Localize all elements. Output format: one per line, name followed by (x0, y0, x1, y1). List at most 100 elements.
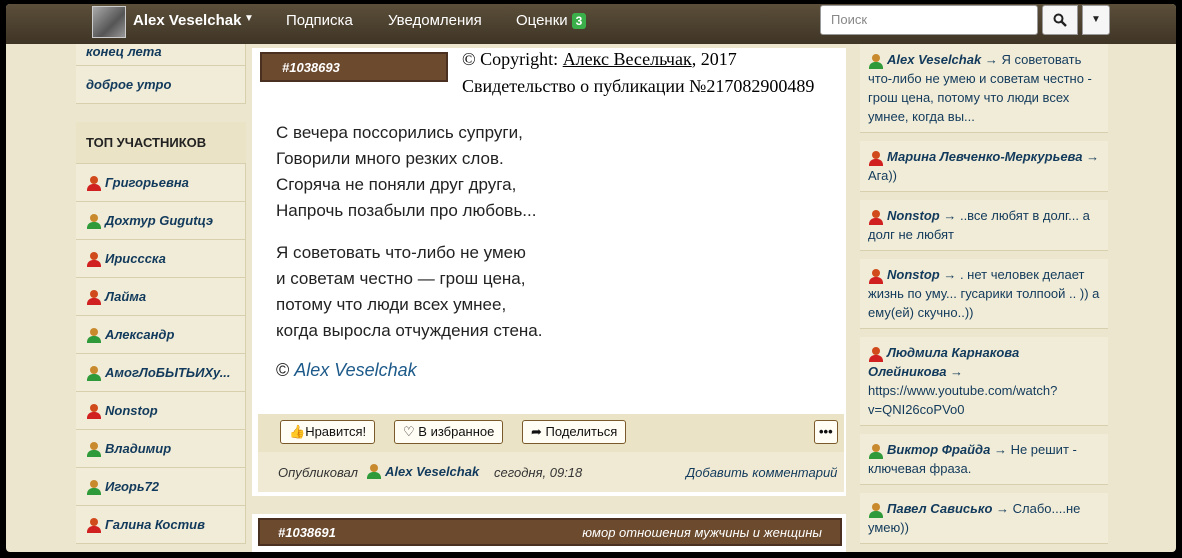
member-name: Григорьевна (105, 175, 189, 190)
arrow-right-icon: → (1082, 149, 1100, 164)
post-id[interactable]: #1038691 (278, 525, 336, 540)
top-member-item[interactable]: Nonstop (76, 392, 246, 430)
poem-line: Я советовать что-либо не умею (276, 243, 526, 262)
published-label: Опубликовал (278, 465, 358, 480)
search-dropdown-button[interactable]: ▼ (1082, 5, 1110, 35)
poem-line: Напрочь позабыли про любовь... (276, 201, 537, 220)
top-member-item[interactable]: Лайма (76, 278, 246, 316)
share-label: Поделиться (545, 424, 618, 439)
comment-author[interactable]: Nonstop (887, 208, 940, 223)
user-icon (868, 443, 884, 459)
arrow-right-icon: → (981, 52, 1002, 67)
comment-author[interactable]: Nonstop (887, 267, 940, 282)
more-options-button[interactable]: ••• (814, 420, 838, 444)
thumbs-up-icon: 👍 (289, 424, 306, 439)
comment-item[interactable]: Nonstop → ..все любят в долг... а долг н… (860, 200, 1108, 251)
top-member-item[interactable]: Игорь72 (76, 468, 246, 506)
ratings-badge: 3 (571, 13, 587, 29)
member-name: Александр (105, 327, 175, 342)
user-icon (86, 479, 102, 495)
top-member-item[interactable]: Ирисcска (76, 240, 246, 278)
share-button[interactable]: ➦ Поделиться (522, 420, 627, 444)
user-icon (868, 150, 884, 166)
user-icon (868, 209, 884, 225)
post-card: #1038693 © Copyright: Алекс Весельчак, 2… (252, 48, 846, 496)
poem: С вечера поссорились супруги, Говорили м… (276, 120, 542, 360)
comment-author[interactable]: Alex Veselchak (887, 52, 981, 67)
top-member-item[interactable]: АмогЛоБЫТЬИХу... (76, 354, 246, 392)
recent-comments: Alex Veselchak → Я советовать что-либо н… (860, 44, 1108, 552)
user-icon (86, 213, 102, 229)
like-label: Нравится! (305, 424, 367, 439)
caret-down-icon[interactable]: ▼ (244, 13, 254, 24)
member-name: Ирисcска (105, 251, 166, 266)
comment-item[interactable]: Alex Veselchak → Я советовать что-либо н… (860, 44, 1108, 133)
comment-author[interactable]: Марина Левченко-Меркурьева (887, 149, 1082, 164)
arrow-right-icon: → (946, 364, 964, 379)
favorite-label: В избранное (418, 424, 495, 439)
nav-subscriptions[interactable]: Подписка (286, 12, 353, 29)
comment-author[interactable]: Людмила Карнакова Олейникова (868, 345, 1019, 379)
nav-notifications[interactable]: Уведомления (388, 12, 482, 29)
tag-link[interactable]: конец лета (76, 44, 246, 66)
search-input[interactable]: Поиск (820, 5, 1038, 35)
comment-author[interactable]: Виктор Фрайда (887, 442, 990, 457)
user-icon (868, 268, 884, 284)
share-icon: ➦ (531, 424, 542, 439)
signature-name: Alex Veselchak (294, 360, 417, 380)
post-tags[interactable]: юмор отношения мужчины и женщины (582, 525, 822, 540)
user-icon (86, 517, 102, 533)
poem-line: потому что люди всех умнее, (276, 295, 507, 314)
member-name: Галина Костив (105, 517, 205, 532)
post-card: #1038691 юмор отношения мужчины и женщин… (252, 514, 846, 552)
signature-mark: © (276, 360, 290, 380)
stanza-1: С вечера поссорились супруги, Говорили м… (276, 120, 542, 224)
copyright-author-link[interactable]: Алекс Весельчак (563, 49, 692, 69)
user-icon (868, 502, 884, 518)
author-link[interactable]: Alex Veselchak (366, 463, 479, 479)
user-icon (86, 175, 102, 191)
certificate: Свидетельство о публикации №217082900489 (462, 76, 815, 96)
top-member-item[interactable]: Галина Костив (76, 506, 246, 544)
user-menu[interactable]: Alex Veselchak (133, 12, 241, 29)
search-button[interactable] (1042, 5, 1078, 35)
comment-item[interactable]: Павел Сависько → Слабо....не умею)) (860, 493, 1108, 544)
favorite-button[interactable]: ♡ В избранное (394, 420, 504, 444)
post-actions: 👍Нравится! ♡ В избранное ➦ Поделиться ••… (258, 414, 844, 452)
top-member-item[interactable]: Дохтур Gugutцэ (76, 202, 246, 240)
caret-down-icon: ▼ (1091, 14, 1101, 25)
nav-ratings[interactable]: Оценки 3 (516, 12, 587, 29)
post-id[interactable]: #1038693 (260, 52, 448, 82)
tag-link[interactable]: доброе утро (76, 66, 246, 104)
poem-line: Говорили много резких слов. (276, 149, 504, 168)
post-meta: Опубликовал Alex Veselchak сегодня, 09:1… (258, 452, 844, 492)
comment-item[interactable]: Людмила Карнакова Олейникова → https://w… (860, 337, 1108, 426)
comment-item[interactable]: Виктор Фрайда → Не решит - ключевая фраз… (860, 434, 1108, 485)
member-name: Nonstop (105, 403, 158, 418)
copyright-year: , 2017 (691, 49, 737, 69)
heart-icon: ♡ (403, 424, 415, 439)
search-icon (1053, 13, 1067, 27)
comment-item[interactable]: Nonstop → . нет человек делает жизнь по … (860, 259, 1108, 329)
arrow-right-icon: → (939, 208, 960, 223)
copyright-prefix: © Copyright: (462, 49, 563, 69)
comment-author[interactable]: Павел Сависько (887, 501, 992, 516)
top-navbar: Alex Veselchak ▼ Подписка Уведомления Оц… (6, 4, 1176, 44)
like-button[interactable]: 👍Нравится! (280, 420, 376, 444)
author-name: Alex Veselchak (385, 463, 480, 479)
post-header: #1038691 юмор отношения мужчины и женщин… (258, 518, 842, 546)
member-list: Григорьевна Дохтур Gugutцэ Ирисcска Лайма Ал… (76, 164, 246, 544)
top-member-item[interactable]: Григорьевна (76, 164, 246, 202)
nav-ratings-label: Оценки (516, 12, 568, 29)
user-icon (868, 346, 884, 362)
top-members-heading: ТОП УЧАСТНИКОВ (76, 122, 246, 164)
comment-item[interactable]: Марина Левченко-Меркурьева → Ага)) (860, 141, 1108, 192)
avatar[interactable] (92, 6, 126, 38)
user-icon (868, 53, 884, 69)
user-icon (86, 251, 102, 267)
add-comment-link[interactable]: Добавить комментарий (686, 465, 837, 480)
poem-line: С вечера поссорились супруги, (276, 123, 523, 142)
post-time: сегодня, 09:18 (494, 465, 583, 480)
top-member-item[interactable]: Александр (76, 316, 246, 354)
top-member-item[interactable]: Владимир (76, 430, 246, 468)
